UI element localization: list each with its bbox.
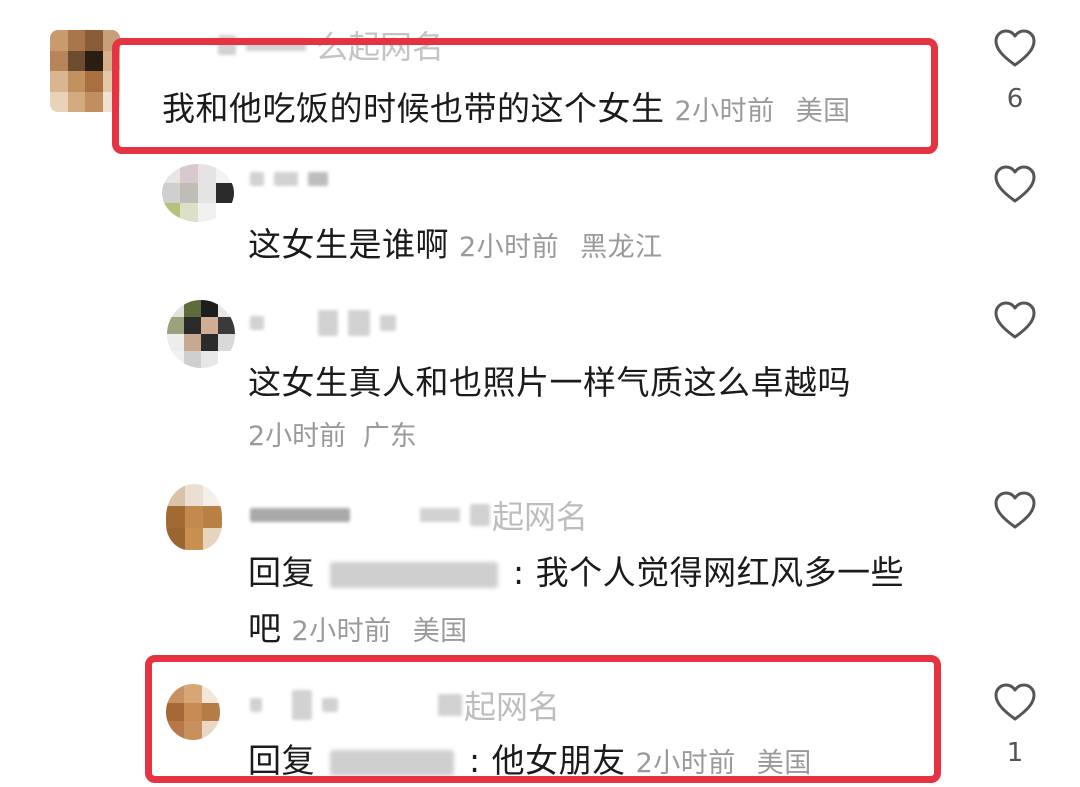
avatar[interactable] xyxy=(166,484,222,550)
blurred-username xyxy=(250,508,350,522)
blurred-username xyxy=(420,508,460,522)
comment-item: 起网名 回复 : 我个人觉得网红风多一些 吧 2小时前 美国 xyxy=(0,480,1080,650)
reply-prefix: 回复 xyxy=(248,553,315,592)
comment-item: 这女生真人和也照片一样气质这么卓越吗 2小时前 广东 xyxy=(0,290,1080,460)
like-count: 1 xyxy=(1006,738,1024,768)
username[interactable] xyxy=(250,310,406,336)
username[interactable] xyxy=(250,172,338,186)
comment-text-continued: 吧 xyxy=(248,609,282,648)
avatar[interactable] xyxy=(162,164,234,222)
comment-location: 黑龙江 xyxy=(580,232,663,263)
highlight-box xyxy=(145,655,941,783)
blurred-username xyxy=(274,172,298,186)
blurred-mention[interactable] xyxy=(330,561,498,588)
comment-location: 广东 xyxy=(362,421,417,452)
heart-outline-icon[interactable] xyxy=(993,300,1037,340)
username-suffix: 起网名 xyxy=(492,498,589,536)
username[interactable]: 起网名 xyxy=(250,492,588,538)
comment-time: 2小时前 xyxy=(291,616,392,647)
highlight-box xyxy=(112,38,938,154)
heart-outline-icon[interactable] xyxy=(993,28,1037,68)
comment-text: 这女生是谁啊 xyxy=(248,225,449,264)
comment-text-line: 这女生是谁啊 2小时前 黑龙江 xyxy=(248,218,663,266)
blurred-username xyxy=(308,172,328,186)
comment-meta: 2小时前 广东 xyxy=(248,414,417,453)
blurred-username xyxy=(250,316,264,330)
comment-location: 美国 xyxy=(412,616,468,647)
heart-outline-icon[interactable] xyxy=(993,682,1037,722)
heart-outline-icon[interactable] xyxy=(993,490,1037,530)
comment-text-line: 回复 : 我个人觉得网红风多一些 xyxy=(248,546,904,594)
heart-outline-icon[interactable] xyxy=(993,164,1037,204)
avatar[interactable] xyxy=(167,300,235,368)
comment-text: : 我个人觉得网红风多一些 xyxy=(513,553,905,592)
avatar[interactable] xyxy=(50,30,120,112)
comment-time: 2小时前 xyxy=(459,232,560,263)
comment-time: 2小时前 xyxy=(248,421,347,452)
comment-text-line: 这女生真人和也照片一样气质这么卓越吗 xyxy=(248,356,851,404)
comment-text: 这女生真人和也照片一样气质这么卓越吗 xyxy=(248,363,851,402)
comment-text-line: 吧 2小时前 美国 xyxy=(248,602,468,650)
blurred-username xyxy=(380,315,396,331)
blurred-username xyxy=(318,310,338,336)
comment-item: 这女生是谁啊 2小时前 黑龙江 xyxy=(0,160,1080,280)
blurred-username xyxy=(470,504,490,526)
blurred-username xyxy=(348,310,370,336)
blurred-username xyxy=(250,172,264,186)
like-count: 6 xyxy=(1006,84,1024,114)
